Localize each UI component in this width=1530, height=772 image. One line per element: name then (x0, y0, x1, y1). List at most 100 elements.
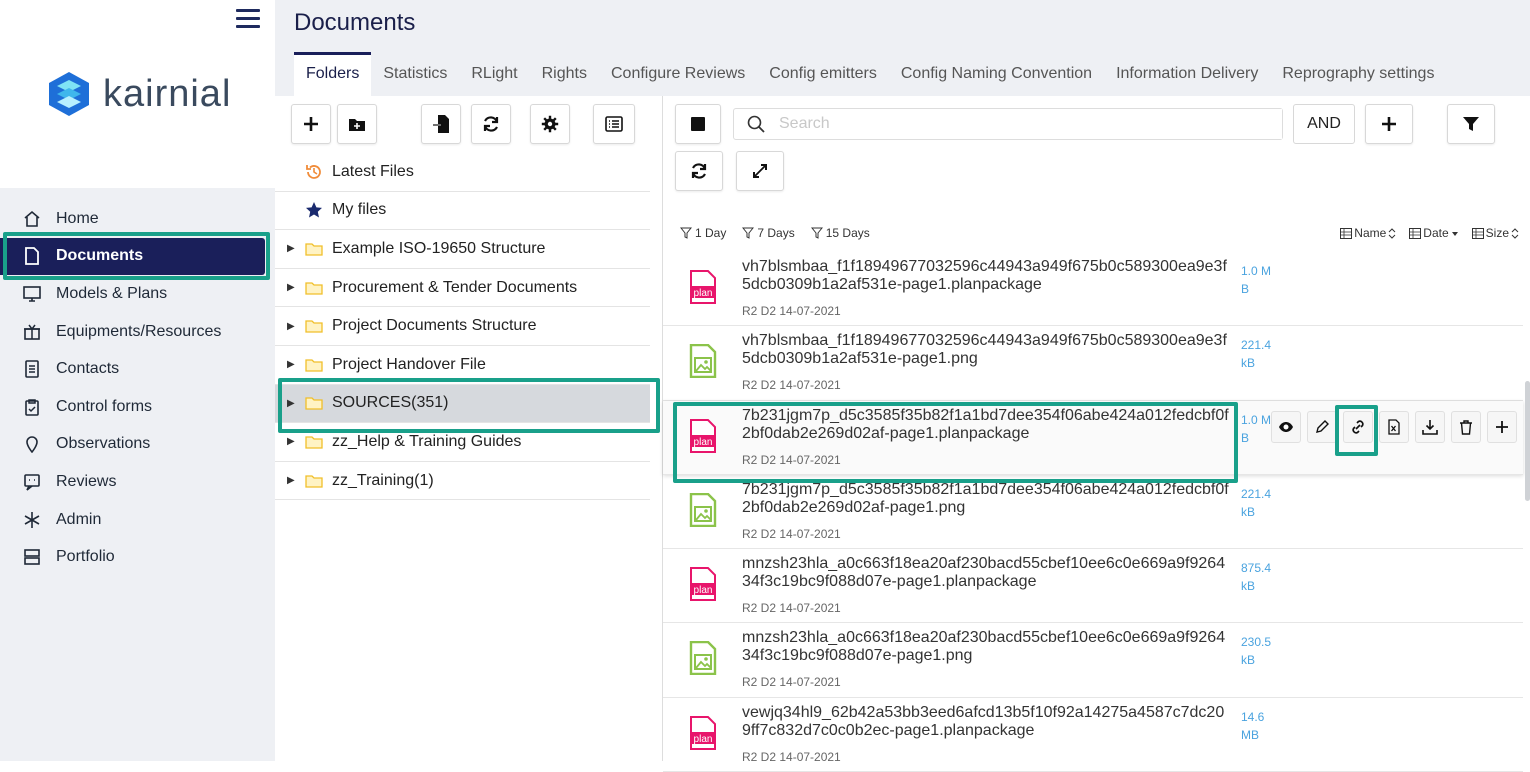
tree-item[interactable]: ▶ Procurement & Tender Documents (275, 269, 650, 308)
plus-button[interactable] (1487, 410, 1517, 443)
file-name[interactable]: mnzsh23hla_a0c663f18ea20af230bacd55cbef1… (742, 555, 1232, 591)
tree-item[interactable]: My files (275, 192, 650, 231)
funnel-icon (1463, 117, 1479, 131)
settings-button[interactable] (530, 104, 570, 144)
nav-item-contacts[interactable]: Contacts (0, 350, 275, 388)
search-input[interactable] (779, 109, 1282, 139)
clipboard-check-icon (22, 397, 42, 417)
file-row[interactable]: mnzsh23hla_a0c663f18ea20af230bacd55cbef1… (663, 623, 1523, 698)
folder-icon (304, 393, 324, 413)
nav-item-observations[interactable]: Observations (0, 426, 275, 464)
tab-folders[interactable]: Folders (294, 52, 372, 96)
nav-item-models-plans[interactable]: Models & Plans (0, 275, 275, 313)
nav-item-home[interactable]: Home (0, 200, 275, 238)
nav-item-portfolio[interactable]: Portfolio (0, 538, 275, 576)
nav-item-admin[interactable]: Admin (0, 501, 275, 539)
file-row[interactable]: vh7blsmbaa_f1f18949677032596c44943a949f6… (663, 326, 1523, 401)
sort-arrow-icon (1451, 231, 1458, 236)
excel-button[interactable] (1379, 410, 1409, 443)
plan-file-icon-label: plan (694, 288, 713, 299)
tab-config-emitters[interactable]: Config emitters (757, 52, 889, 96)
folder-plus-icon (349, 119, 365, 131)
sort-name[interactable]: Name (1340, 226, 1397, 240)
tree-item[interactable]: ▶ zz_Training(1) (275, 462, 650, 501)
nav-item-documents[interactable]: Documents (0, 237, 265, 276)
file-size: 875.4 kB (1241, 561, 1272, 594)
sort-controls: Name Date Size (1328, 226, 1520, 240)
download-icon (1422, 419, 1438, 435)
file-row[interactable]: 7b231jgm7p_d5c3585f35b82f1a1bd7dee354f06… (663, 475, 1523, 550)
add-filter-button[interactable] (1365, 104, 1413, 144)
file-name[interactable]: mnzsh23hla_a0c663f18ea20af230bacd55cbef1… (742, 629, 1232, 665)
file-name[interactable]: vewjq34hl9_62b42a53bb3eed6afcd13b5f10f92… (742, 704, 1232, 740)
nav-item-control-forms[interactable]: Control forms (0, 388, 275, 426)
add-button[interactable] (291, 104, 331, 144)
list-view-button[interactable] (593, 104, 635, 144)
sort-date[interactable]: Date (1409, 226, 1459, 240)
link-button[interactable] (1343, 410, 1373, 443)
tree-item[interactable]: Latest Files (275, 153, 650, 192)
server-icon (22, 547, 42, 567)
file-name[interactable]: 7b231jgm7p_d5c3585f35b82f1a1bd7dee354f06… (742, 407, 1232, 443)
filter-button[interactable] (1447, 104, 1495, 144)
sort-size[interactable]: Size (1471, 226, 1520, 240)
folder-icon (304, 432, 324, 452)
row-actions (1271, 410, 1523, 443)
tree-item[interactable]: ▶ SOURCES(351) (275, 384, 650, 424)
nav-item-label: Home (56, 209, 99, 227)
sort-arrow-icon (1388, 227, 1396, 239)
tab-information-delivery[interactable]: Information Delivery (1104, 52, 1270, 96)
caret-right-icon[interactable]: ▶ (287, 436, 301, 447)
plan-file-icon: plan (690, 270, 716, 304)
nav-item-equipments-resources[interactable]: Equipments/Resources (0, 313, 275, 351)
reload-files-button[interactable] (675, 151, 723, 191)
caret-right-icon[interactable]: ▶ (287, 282, 301, 293)
caret-right-icon[interactable]: ▶ (287, 475, 301, 486)
folder-icon (304, 316, 324, 336)
hamburger-menu-icon[interactable] (236, 9, 260, 29)
filter-15-days[interactable]: 15 Days (810, 226, 870, 240)
plan-file-icon-label: plan (694, 734, 713, 745)
eye-button[interactable] (1271, 410, 1301, 443)
tab-rlight[interactable]: RLight (459, 52, 529, 96)
brand-name: kairnial (103, 72, 232, 115)
caret-right-icon[interactable]: ▶ (287, 243, 301, 254)
file-name[interactable]: vh7blsmbaa_f1f18949677032596c44943a949f6… (742, 332, 1232, 368)
filter-7-days[interactable]: 7 Days (742, 226, 795, 240)
refresh-button[interactable] (471, 104, 511, 144)
scrollbar[interactable] (1525, 381, 1530, 501)
pencil-button[interactable] (1307, 410, 1337, 443)
file-row[interactable]: plan mnzsh23hla_a0c663f18ea20af230bacd55c… (663, 549, 1523, 624)
plan-file-icon: plan (690, 418, 716, 453)
select-all-button[interactable] (675, 104, 721, 144)
file-name[interactable]: vh7blsmbaa_f1f18949677032596c44943a949f6… (742, 258, 1232, 294)
files-panel: AND 1 Day 7 Days 15 Days Name Date Size plan… (663, 96, 1530, 772)
file-meta: R2 D2 14-07-2021 (742, 749, 841, 764)
file-row[interactable]: plan vh7blsmbaa_f1f18949677032596c44943a9… (663, 252, 1523, 327)
folders-panel: Latest Files My files ▶ Example ISO-19650 S… (275, 96, 663, 761)
tab-config-naming-convention[interactable]: Config Naming Convention (889, 52, 1104, 96)
tree-item[interactable]: ▶ Project Handover File (275, 346, 650, 385)
tab-rights[interactable]: Rights (530, 52, 599, 96)
trash-button[interactable] (1451, 410, 1481, 443)
filter-1-day[interactable]: 1 Day (680, 226, 726, 240)
tab-reprography-settings[interactable]: Reprography settings (1270, 52, 1446, 96)
tree-item[interactable]: ▶ zz_Help & Training Guides (275, 423, 650, 462)
download-button[interactable] (1415, 410, 1445, 443)
image-file-icon (689, 492, 717, 527)
and-operator-button[interactable]: AND (1293, 104, 1355, 144)
tree-item-label: Example ISO-19650 Structure (332, 239, 546, 257)
expand-button[interactable] (736, 151, 784, 191)
file-name[interactable]: 7b231jgm7p_d5c3585f35b82f1a1bd7dee354f06… (742, 481, 1232, 517)
caret-right-icon[interactable]: ▶ (287, 321, 301, 332)
tree-item[interactable]: ▶ Example ISO-19650 Structure (275, 230, 650, 269)
caret-right-icon[interactable]: ▶ (287, 359, 301, 370)
tab-statistics[interactable]: Statistics (371, 52, 459, 96)
nav-item-reviews[interactable]: Reviews (0, 463, 275, 501)
tab-configure-reviews[interactable]: Configure Reviews (599, 52, 757, 96)
file-row[interactable]: plan 7b231jgm7p_d5c3585f35b82f1a1bd7dee35… (663, 400, 1523, 475)
tree-item[interactable]: ▶ Project Documents Structure (275, 307, 650, 346)
add-folder-button[interactable] (337, 104, 377, 144)
caret-right-icon[interactable]: ▶ (287, 398, 301, 409)
import-button[interactable] (421, 104, 461, 144)
